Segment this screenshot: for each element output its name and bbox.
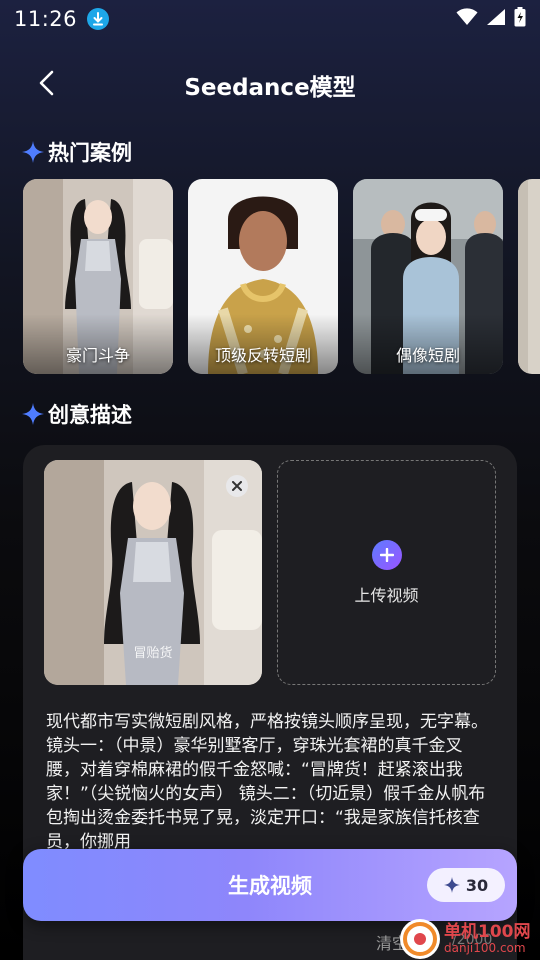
cost-value: 30	[465, 875, 489, 895]
case-card-2[interactable]: 顶级反转短剧	[188, 179, 338, 374]
hot-cases-title: 热门案例	[48, 141, 132, 165]
prompt-textarea[interactable]: 现代都市写实微短剧风格，严格按镜头顺序呈现，无字幕。 镜头一：（中景）豪华别墅客…	[46, 710, 496, 850]
battery-icon	[514, 7, 526, 31]
page-title: Seedance模型	[184, 75, 356, 101]
signal-icon	[486, 8, 506, 30]
case-card-4[interactable]	[518, 179, 540, 374]
upload-video-button[interactable]: 上传视频	[277, 460, 496, 685]
sparkle-icon	[22, 141, 44, 163]
hot-cases-carousel[interactable]: 豪门斗争 顶级反转短剧 偶像短剧	[23, 179, 540, 375]
creative-heading: 创意描述	[22, 399, 132, 429]
case-thumbnail-4	[518, 179, 540, 374]
hot-cases-heading: 热门案例	[22, 137, 132, 167]
generate-video-button[interactable]: 生成视频 30	[23, 849, 517, 921]
reference-image-caption: 冒贻货	[133, 646, 173, 661]
case-card-3[interactable]: 偶像短剧	[353, 179, 503, 374]
creative-title: 创意描述	[48, 403, 132, 427]
case-label: 顶级反转短剧	[214, 346, 311, 365]
site-logo-icon	[400, 919, 440, 959]
case-label: 豪门斗争	[65, 346, 130, 365]
plus-icon	[371, 539, 402, 570]
site-logo-cn: 单机100网	[444, 921, 531, 942]
case-label: 偶像短剧	[395, 346, 460, 365]
sparkle-icon	[22, 403, 44, 425]
generate-video-label: 生成视频	[228, 874, 312, 898]
site-watermark: 单机100网 danji100.com	[400, 918, 540, 960]
header: Seedance模型	[0, 56, 540, 108]
site-logo-en: danji100.com	[444, 940, 526, 955]
upload-video-label: 上传视频	[354, 585, 419, 605]
reference-image[interactable]: 冒贻货	[44, 460, 262, 685]
case-card-1[interactable]: 豪门斗争	[23, 179, 173, 374]
remove-image-button[interactable]	[226, 475, 248, 497]
credit-icon	[443, 877, 460, 893]
close-icon	[232, 481, 242, 491]
cost-badge: 30	[427, 868, 505, 902]
wifi-icon	[456, 8, 478, 30]
status-time: 11:26	[14, 7, 78, 31]
status-bar: 11:26	[0, 0, 540, 38]
download-icon	[87, 8, 110, 30]
